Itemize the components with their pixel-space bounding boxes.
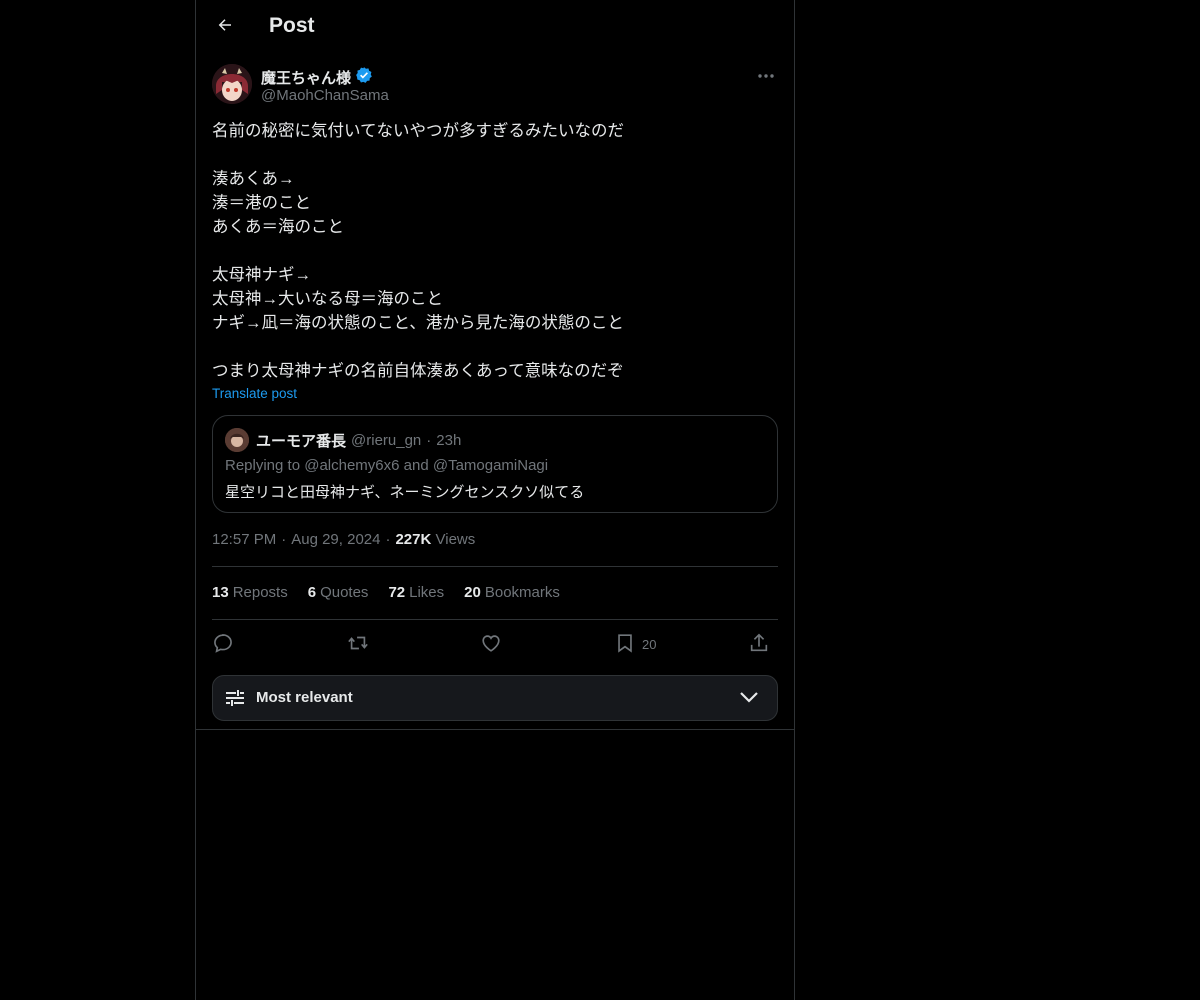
share-icon bbox=[748, 632, 770, 657]
post-line: 名前の秘密に気付いてないやつが多すぎるみたいなのだ bbox=[212, 122, 625, 140]
back-arrow-icon bbox=[216, 16, 234, 39]
stat-quotes[interactable]: 6 Quotes bbox=[308, 584, 369, 601]
quoted-post[interactable]: ユーモア番長 @rieru_gn · 23h Replying to @alch… bbox=[212, 415, 778, 513]
post-line bbox=[212, 143, 778, 167]
post-line bbox=[212, 335, 778, 359]
post-detail: Post 魔王ちゃん様 @MaohChanSama 名前の秘密に気付いてないやつ… bbox=[196, 0, 794, 730]
sliders-icon bbox=[225, 688, 245, 713]
views-label: Views bbox=[435, 531, 476, 548]
post-line: 太母神→大いなる母＝海のこと bbox=[212, 290, 443, 308]
bookmark-icon bbox=[614, 632, 636, 657]
post-line: つまり太母神ナギの名前自体湊あくあって意味なのだぞ bbox=[212, 362, 624, 380]
stat-label: Reposts bbox=[232, 584, 288, 601]
repost-icon bbox=[346, 632, 370, 657]
stat-bookmarks[interactable]: 20 Bookmarks bbox=[464, 584, 560, 601]
page-title: Post bbox=[269, 14, 315, 37]
stat-label: Quotes bbox=[320, 584, 369, 601]
views-count: 227K bbox=[395, 531, 432, 548]
quoted-time: 23h bbox=[436, 431, 462, 449]
post-date[interactable]: Aug 29, 2024 bbox=[291, 531, 380, 548]
more-button[interactable] bbox=[754, 64, 778, 86]
back-button[interactable] bbox=[208, 10, 242, 44]
post-text: 名前の秘密に気付いてないやつが多すぎるみたいなのだ 湊あくあ→ 湊＝港のこと あ… bbox=[212, 119, 778, 383]
post-line bbox=[212, 239, 778, 263]
post-meta: 12:57 PM · Aug 29, 2024 · 227K Views bbox=[212, 531, 475, 548]
meta-separator: · bbox=[281, 531, 287, 548]
action-bar: 20 bbox=[212, 631, 778, 657]
reply-button[interactable] bbox=[212, 631, 234, 657]
display-name-text: 魔王ちゃん様 bbox=[261, 69, 352, 87]
bookmark-count: 20 bbox=[642, 636, 657, 652]
translate-post-link[interactable]: Translate post bbox=[212, 386, 297, 401]
stat-label: Likes bbox=[409, 584, 445, 601]
repost-button[interactable] bbox=[346, 631, 370, 657]
post-line: 湊＝港のこと bbox=[212, 194, 311, 212]
like-icon bbox=[480, 632, 502, 657]
stat-count: 20 bbox=[464, 584, 481, 601]
post-line: ナギ→凪＝海の状態のこと、港から見た海の状態のこと bbox=[212, 314, 624, 332]
top-bar: Post bbox=[196, 0, 794, 54]
avatar[interactable] bbox=[212, 64, 252, 104]
post-time[interactable]: 12:57 PM bbox=[212, 531, 276, 548]
share-button[interactable] bbox=[748, 631, 770, 657]
reply-sort-dropdown[interactable]: Most relevant bbox=[212, 675, 778, 721]
quoted-display-name: ユーモア番長 bbox=[256, 432, 347, 450]
views-count-group: 227K Views bbox=[395, 531, 475, 548]
more-icon bbox=[757, 66, 775, 84]
stat-count: 6 bbox=[307, 584, 317, 601]
stat-count: 72 bbox=[388, 584, 406, 601]
meta-separator: · bbox=[385, 531, 391, 548]
quoted-replying-to: Replying to @alchemy6x6 and @TamogamiNag… bbox=[225, 457, 549, 474]
post-line: あくあ＝海のこと bbox=[212, 218, 344, 236]
bookmark-button[interactable]: 20 bbox=[614, 631, 656, 657]
quoted-avatar bbox=[225, 428, 249, 452]
sort-label: Most relevant bbox=[256, 689, 353, 706]
stat-likes[interactable]: 72 Likes bbox=[388, 584, 444, 601]
stat-count: 13 bbox=[212, 584, 229, 601]
quoted-separator: · bbox=[426, 431, 432, 449]
divider bbox=[212, 566, 778, 567]
chevron-down-icon bbox=[739, 690, 759, 709]
reply-icon bbox=[212, 632, 234, 657]
post-line: 湊あくあ→ bbox=[212, 170, 295, 188]
divider bbox=[212, 619, 778, 620]
verified-badge-icon bbox=[355, 66, 373, 88]
post-line: 太母神ナギ→ bbox=[212, 266, 311, 284]
stat-reposts[interactable]: 13 Reposts bbox=[212, 584, 288, 601]
stat-label: Bookmarks bbox=[484, 584, 560, 601]
quoted-post-header: ユーモア番長 @rieru_gn · 23h bbox=[225, 428, 461, 452]
quoted-handle: @rieru_gn bbox=[351, 431, 422, 449]
post-author: 魔王ちゃん様 @MaohChanSama bbox=[212, 64, 778, 108]
like-button[interactable] bbox=[480, 631, 502, 657]
author-handle[interactable]: @MaohChanSama bbox=[261, 87, 389, 104]
quoted-text: 星空リコと田母神ナギ、ネーミングセンスクソ似てる bbox=[225, 484, 585, 501]
main-column: Post 魔王ちゃん様 @MaohChanSama 名前の秘密に気付いてないやつ… bbox=[195, 0, 795, 1000]
author-name[interactable]: 魔王ちゃん様 bbox=[261, 66, 373, 88]
engagement-stats: 13 Reposts 6 Quotes 72 Likes 20 Bookmarks bbox=[212, 584, 560, 601]
